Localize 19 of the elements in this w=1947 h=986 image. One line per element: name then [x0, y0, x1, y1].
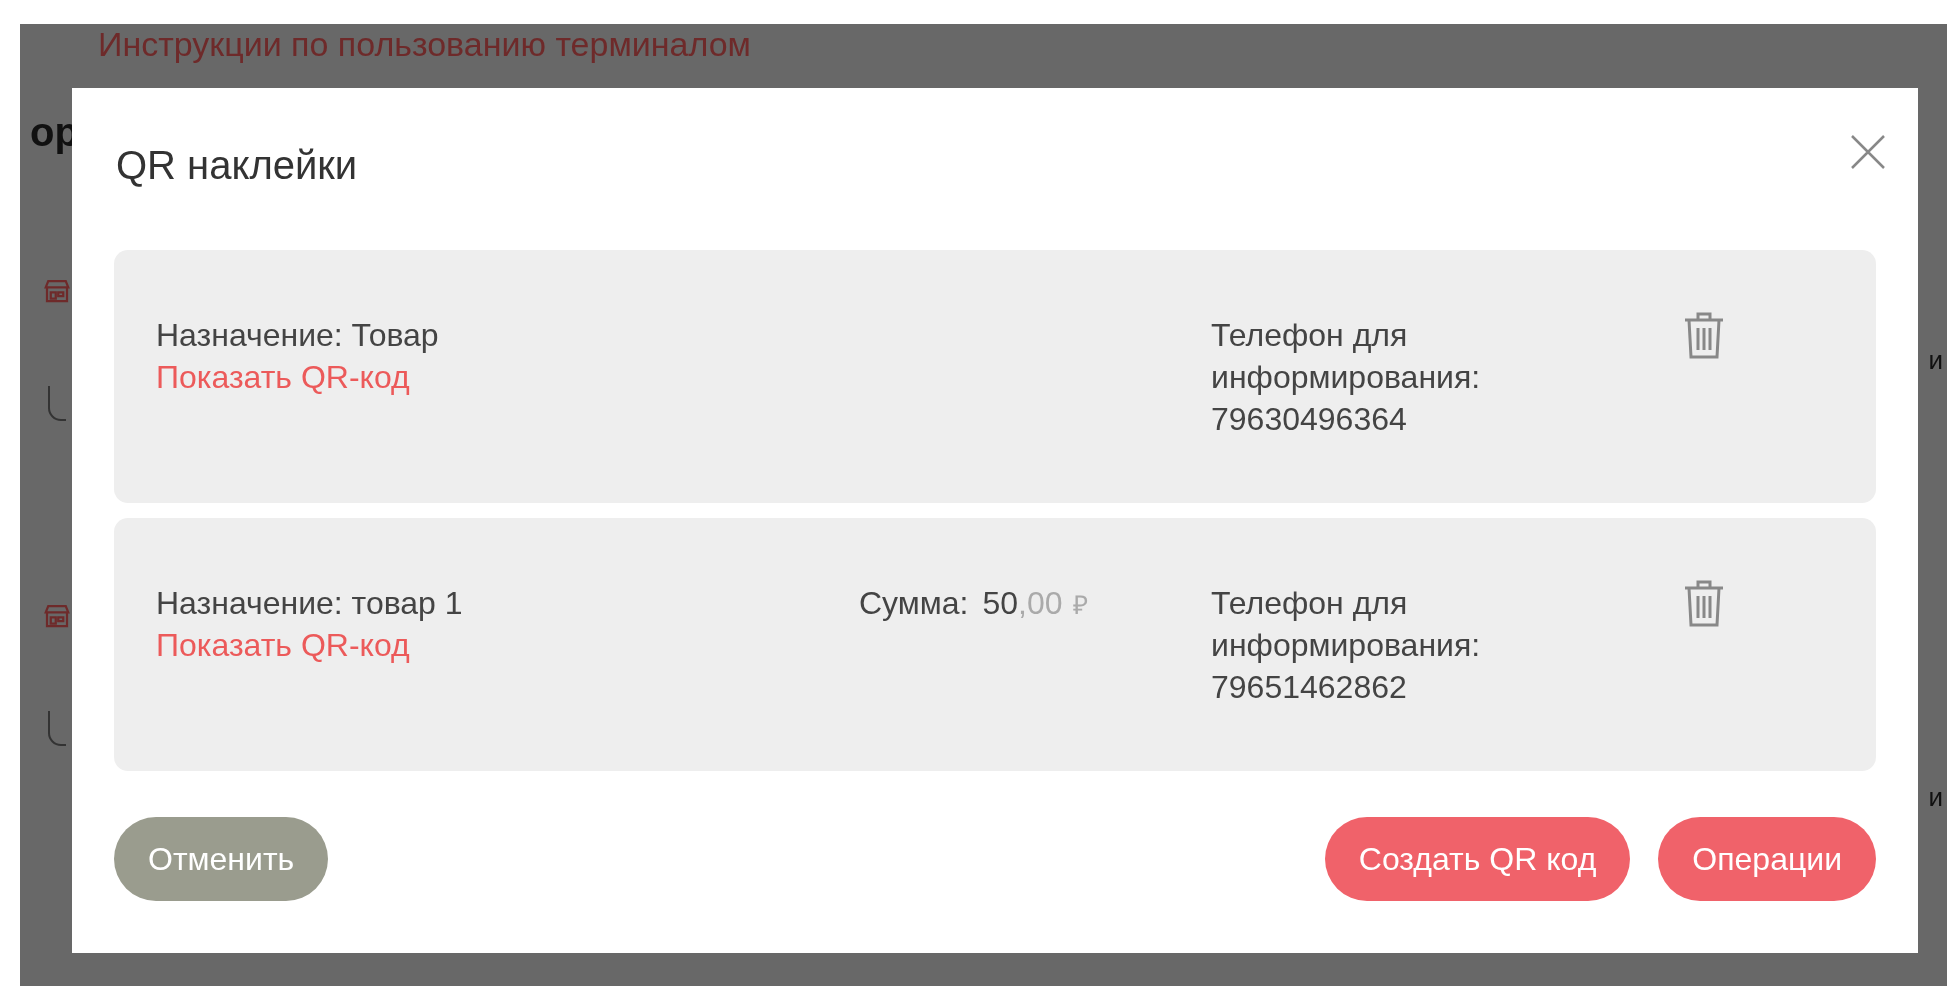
action-button[interactable]: Операции [1658, 817, 1876, 901]
cancel-button[interactable]: Отменить [114, 817, 329, 901]
phone-info: Телефон для информирования: 79651462862 [1211, 584, 1482, 707]
show-qr-link[interactable]: Показать QR-код [156, 624, 410, 666]
sum-value: 50,00 ₽ [982, 584, 1088, 623]
phone-info: Телефон для информирования: 79630496364 [1211, 316, 1482, 439]
text-fragment: и [1928, 344, 1943, 376]
trash-icon[interactable] [1683, 310, 1725, 360]
close-icon[interactable] [1850, 134, 1886, 170]
dialog-title: QR наклейки [116, 142, 358, 189]
purpose-text: Назначение: Товар [156, 316, 439, 355]
sum-label: Сумма: [859, 584, 969, 623]
action-button[interactable]: Создать QR код [1324, 817, 1631, 901]
text-fragment: и [1928, 781, 1943, 813]
curve-line-icon [48, 710, 66, 746]
show-qr-link[interactable]: Показать QR-код [156, 356, 410, 398]
curve-line-icon [48, 385, 66, 421]
purpose-text: Назначение: товар 1 [156, 584, 463, 623]
trash-icon[interactable] [1683, 578, 1725, 628]
